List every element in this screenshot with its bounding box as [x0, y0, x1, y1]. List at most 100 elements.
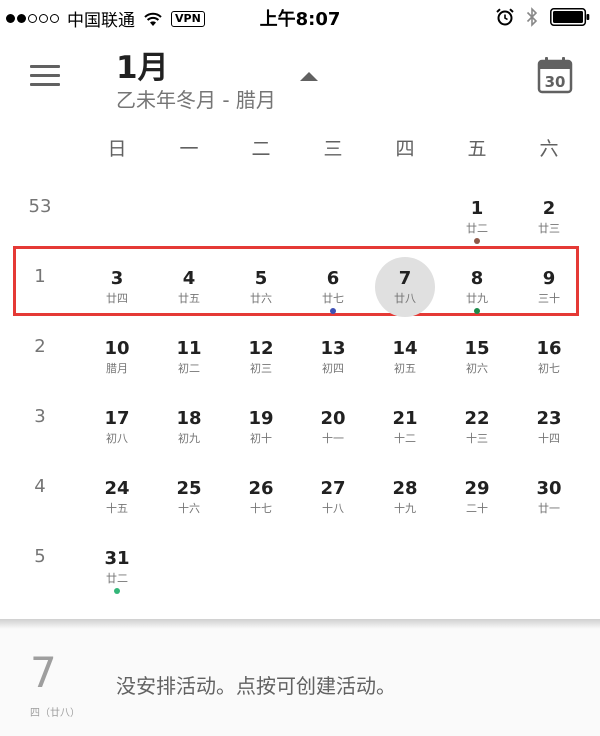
app-header: 1月 乙未年冬月 - 腊月 30 — [0, 34, 600, 124]
battery-icon — [550, 8, 590, 26]
day-cell[interactable]: 19 初十 — [231, 386, 291, 456]
week-number: 53 — [28, 196, 52, 217]
week-number: 2 — [34, 336, 46, 357]
lunar-date: 初三 — [250, 362, 272, 375]
day-number: 31 — [104, 548, 130, 569]
lunar-date: 初二 — [178, 362, 200, 375]
day-cell[interactable]: 27 十八 — [303, 456, 363, 526]
day-cell[interactable]: 5 廿六 — [231, 246, 291, 316]
day-cell[interactable]: 2 廿三 — [519, 176, 579, 246]
event-indicator-dot — [474, 308, 480, 314]
lunar-date: 廿二 — [466, 222, 488, 235]
day-number: 14 — [392, 338, 418, 359]
bluetooth-icon — [526, 7, 538, 27]
status-right — [496, 7, 590, 27]
lunar-date: 廿三 — [538, 222, 560, 235]
day-cell[interactable]: 23 十四 — [519, 386, 579, 456]
alarm-icon — [496, 8, 514, 26]
week-number: 5 — [34, 546, 46, 567]
day-number: 13 — [320, 338, 346, 359]
day-cell[interactable]: 4 廿五 — [159, 246, 219, 316]
day-cell[interactable]: 31 廿二 — [87, 526, 147, 596]
weekday-label: 三 — [323, 138, 343, 160]
lunar-date: 初四 — [322, 362, 344, 375]
panel-divider — [0, 619, 600, 629]
weekday-header-row: 日 一 二 三 四 五 六 — [0, 134, 600, 162]
day-cell[interactable]: 13 初四 — [303, 316, 363, 386]
day-cell[interactable]: 22 十三 — [447, 386, 507, 456]
menu-icon-bar — [30, 83, 60, 86]
event-indicator-dot — [330, 308, 336, 314]
lunar-date: 腊月 — [106, 362, 128, 375]
lunar-date: 廿四 — [106, 292, 128, 305]
week-row: 2 10 腊月 11 初二 12 初三 13 初四 14 初五 15 初六 16 初七 — [0, 316, 600, 386]
day-number: 10 — [104, 338, 130, 359]
day-number: 24 — [104, 478, 130, 499]
lunar-date: 十一 — [322, 432, 344, 445]
day-cell[interactable]: 11 初二 — [159, 316, 219, 386]
day-cell[interactable]: 20 十一 — [303, 386, 363, 456]
day-cell[interactable]: 25 十六 — [159, 456, 219, 526]
week-number: 1 — [34, 266, 46, 287]
day-number: 2 — [542, 198, 556, 219]
weekday-label: 日 — [107, 138, 127, 160]
menu-button[interactable] — [30, 65, 60, 87]
event-indicator-dot — [474, 238, 480, 244]
week-row: 1 3 廿四 4 廿五 5 廿六 6 廿七 7 廿八 8 廿九 9 三十 — [0, 246, 600, 317]
today-calendar-button[interactable]: 30 — [537, 56, 573, 94]
lunar-date: 三十 — [538, 292, 560, 305]
day-cell[interactable]: 12 初三 — [231, 316, 291, 386]
day-cell[interactable]: 6 廿七 — [303, 246, 363, 316]
no-events-create-prompt[interactable]: 没安排活动。点按可创建活动。 — [116, 670, 396, 699]
day-number: 1 — [470, 198, 484, 219]
month-grid: 53 1 廿二 2 廿三 1 3 廿四 4 廿五 5 廿六 6 廿七 7 廿八 8 廿九 9 三十 2 10 腊月 11 初二 1… — [0, 170, 600, 600]
lunar-date: 廿七 — [322, 292, 344, 305]
day-number: 30 — [536, 478, 562, 499]
month-title[interactable]: 1月 — [116, 42, 169, 87]
status-bar: 中国联通 VPN 上午8:07 — [0, 0, 600, 34]
week-row: 3 17 初八 18 初九 19 初十 20 十一 21 十二 22 十三 23 十四 — [0, 386, 600, 456]
weekday-label: 二 — [251, 138, 271, 160]
day-number: 8 — [470, 268, 484, 289]
lunar-date: 十三 — [466, 432, 488, 445]
lunar-date: 廿八 — [394, 292, 416, 305]
day-cell[interactable]: 8 廿九 — [447, 246, 507, 316]
today-icon-day: 30 — [545, 73, 566, 91]
day-cell[interactable]: 17 初八 — [87, 386, 147, 456]
day-cell[interactable]: 16 初七 — [519, 316, 579, 386]
day-number: 21 — [392, 408, 418, 429]
day-cell[interactable]: 29 二十 — [447, 456, 507, 526]
day-cell[interactable]: 10 腊月 — [87, 316, 147, 386]
day-cell[interactable]: 9 三十 — [519, 246, 579, 316]
lunar-month-subtitle: 乙未年冬月 - 腊月 — [116, 88, 276, 112]
agenda-day-number: 7 — [30, 648, 57, 697]
day-cell[interactable]: 18 初九 — [159, 386, 219, 456]
day-number: 23 — [536, 408, 562, 429]
day-cell[interactable]: 21 十二 — [375, 386, 435, 456]
lunar-date: 十二 — [394, 432, 416, 445]
day-number: 11 — [176, 338, 202, 359]
day-cell[interactable]: 30 廿一 — [519, 456, 579, 526]
lunar-date: 廿九 — [466, 292, 488, 305]
week-number: 4 — [34, 476, 46, 497]
day-cell[interactable]: 1 廿二 — [447, 176, 507, 246]
day-number: 28 — [392, 478, 418, 499]
day-number: 9 — [542, 268, 556, 289]
day-cell[interactable]: 3 廿四 — [87, 246, 147, 316]
day-number: 29 — [464, 478, 490, 499]
day-cell[interactable]: 15 初六 — [447, 316, 507, 386]
day-cell[interactable]: 24 十五 — [87, 456, 147, 526]
day-number: 16 — [536, 338, 562, 359]
lunar-date: 初十 — [250, 432, 272, 445]
week-number: 3 — [34, 406, 46, 427]
day-number: 6 — [326, 268, 340, 289]
day-cell[interactable]: 26 十七 — [231, 456, 291, 526]
lunar-date: 十七 — [250, 502, 272, 515]
day-cell[interactable]: 7 廿八 — [375, 246, 435, 317]
week-row: 4 24 十五 25 十六 26 十七 27 十八 28 十九 29 二十 30 廿一 — [0, 456, 600, 526]
day-cell[interactable]: 28 十九 — [375, 456, 435, 526]
collapse-arrow-icon[interactable] — [300, 72, 318, 81]
lunar-date: 初八 — [106, 432, 128, 445]
day-number: 27 — [320, 478, 346, 499]
day-cell[interactable]: 14 初五 — [375, 316, 435, 386]
